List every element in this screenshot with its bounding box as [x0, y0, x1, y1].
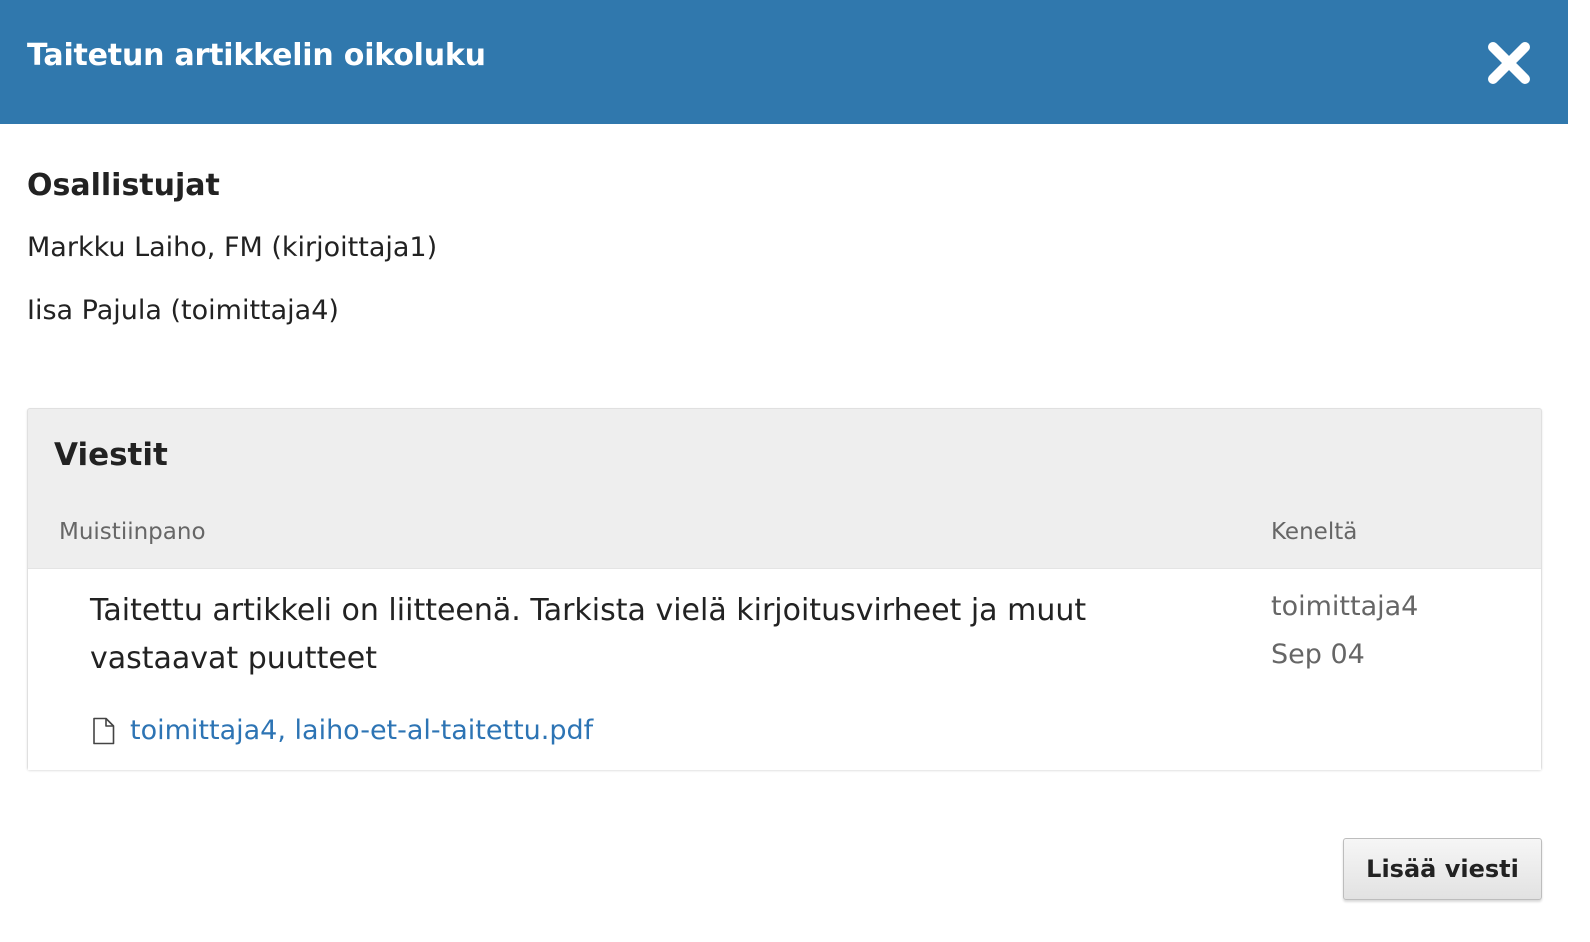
close-button[interactable]	[1484, 38, 1534, 88]
message-date: Sep 04	[1271, 639, 1365, 670]
attachment: toimittaja4, laiho-et-al-taitettu.pdf	[91, 715, 593, 746]
participants-heading: Osallistujat	[27, 168, 220, 203]
message-row[interactable]: Taitettu artikkeli on liitteenä. Tarkist…	[28, 568, 1541, 770]
modal-dialog: Taitetun artikkelin oikoluku Osallistuja…	[0, 0, 1568, 942]
participant-item: Iisa Pajula (toimittaja4)	[27, 295, 339, 326]
column-header-from: Keneltä	[1271, 519, 1358, 545]
file-icon	[93, 717, 115, 744]
participant-item: Markku Laiho, FM (kirjoittaja1)	[27, 232, 438, 263]
close-icon	[1488, 42, 1530, 84]
column-header-note: Muistiinpano	[59, 519, 206, 545]
message-text: Taitettu artikkeli on liitteenä. Tarkist…	[90, 593, 1087, 676]
modal-title: Taitetun artikkelin oikoluku	[27, 38, 486, 73]
modal-header: Taitetun artikkelin oikoluku	[0, 0, 1568, 124]
messages-heading: Viestit	[54, 437, 168, 473]
message-author: toimittaja4	[1271, 591, 1419, 622]
add-message-button[interactable]: Lisää viesti	[1343, 838, 1542, 900]
attachment-link[interactable]: toimittaja4, laiho-et-al-taitettu.pdf	[130, 715, 593, 746]
messages-panel: Viestit Muistiinpano Keneltä Taitettu ar…	[27, 408, 1542, 770]
